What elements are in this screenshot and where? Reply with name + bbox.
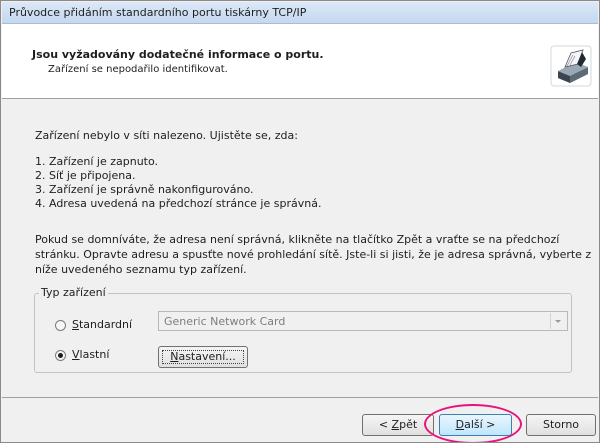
custom-radio-label[interactable]: Vlastní [72,348,109,361]
explanation-line: stránku. Opravte adresu a spusťte nové p… [35,248,592,261]
checklist-item: 2. Síť je připojena. [35,169,136,182]
standard-device-combo[interactable]: Generic Network Card [158,311,568,331]
intro-text: Zařízení nebylo v síti nalezeno. Ujistět… [35,129,298,142]
checklist-item: 3. Zařízení je správně nakonfigurováno. [35,183,254,196]
explanation-line: Pokud se domníváte, že adresa není správ… [35,233,560,246]
header-title: Jsou vyžadovány dodatečné informace o po… [32,48,324,61]
device-type-group [34,293,572,373]
standard-radio-label-text: tandardní [78,318,133,331]
window-title: Průvodce přidáním standardního portu tis… [9,6,307,19]
next-button-highlight-ellipse [424,404,522,442]
focus-rectangle [162,350,244,364]
radio-selected-dot [58,353,63,358]
custom-radio-accesskey: V [72,348,80,361]
title-bar[interactable]: Průvodce přidáním standardního portu tis… [2,2,598,24]
back-button-accesskey: Z [391,418,400,431]
footer-divider [2,397,598,398]
back-button-label: pět [399,418,418,431]
wizard-window: Průvodce přidáním standardního portu tis… [0,0,600,443]
device-type-legend: Typ zařízení [39,286,108,299]
custom-radio-label-text: lastní [79,348,110,361]
explanation-line: níže uvedeného seznamu typ zařízení. [35,263,247,276]
wizard-header: Jsou vyžadovány dodatečné informace o po… [2,24,598,99]
chevron-down-icon[interactable] [550,313,566,329]
standard-device-combo-value: Generic Network Card [164,315,286,328]
header-subtitle: Zařízení se nepodařilo identifikovat. [48,64,228,75]
printer-wizard-icon [550,45,592,87]
standard-radio[interactable] [55,320,66,331]
checklist-item: 4. Adresa uvedená na předchozí stránce j… [35,197,322,210]
settings-button[interactable]: Nastavení... [158,346,248,368]
checklist-item: 1. Zařízení je zapnuto. [35,155,159,168]
standard-radio-accesskey: S [72,318,79,331]
cancel-button[interactable]: Storno [526,414,596,436]
back-button-prefix: < [378,418,392,431]
custom-radio[interactable] [55,350,66,361]
standard-radio-label[interactable]: Standardní [72,318,132,331]
